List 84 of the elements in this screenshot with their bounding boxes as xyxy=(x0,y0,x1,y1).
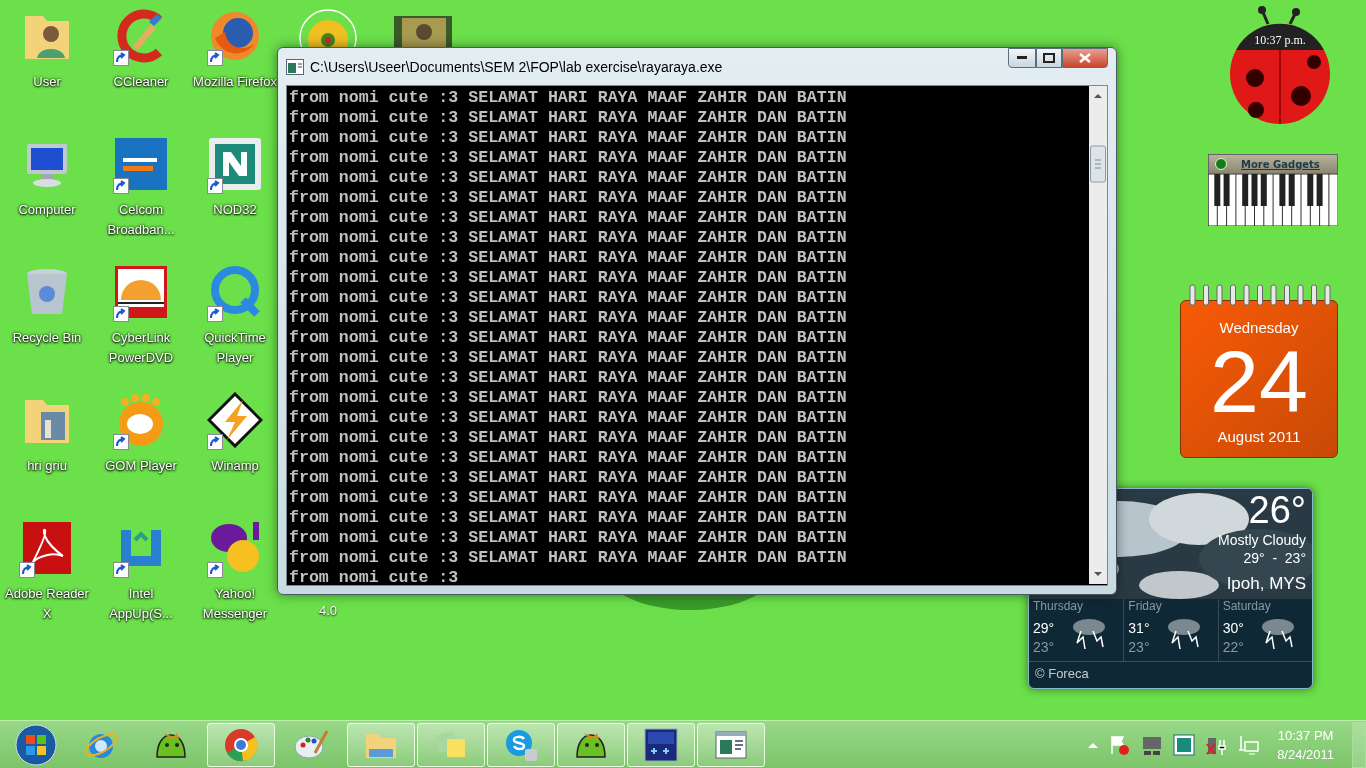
forecast-day: Saturday xyxy=(1222,599,1308,617)
icon-label[interactable]: 4.0 xyxy=(300,603,356,618)
console-line: from nomi cute :3 SELAMAT HARI RAYA MAAF ZAHIR DAN BATIN xyxy=(289,388,848,408)
taskbar-button[interactable] xyxy=(627,722,695,767)
thunderstorm-icon xyxy=(1259,617,1296,651)
icon-label[interactable]: Celcom Broadban... xyxy=(99,200,183,240)
ide-icon xyxy=(643,726,679,763)
icon-label[interactable]: User xyxy=(5,72,89,92)
console-line: from nomi cute :3 SELAMAT HARI RAYA MAAF ZAHIR DAN BATIN xyxy=(289,148,848,168)
console-line: from nomi cute :3 SELAMAT HARI RAYA MAAF ZAHIR DAN BATIN xyxy=(289,428,848,448)
console-line: from nomi cute :3 SELAMAT HARI RAYA MAAF ZAHIR DAN BATIN xyxy=(289,448,848,468)
close-button[interactable] xyxy=(1062,48,1108,68)
thunderstorm-icon xyxy=(1165,617,1202,651)
temperature-range: 29° - 23° xyxy=(1243,549,1306,567)
icon-label[interactable]: CCleaner xyxy=(99,72,183,92)
console-line: from nomi cute :3 SELAMAT HARI RAYA MAAF ZAHIR DAN BATIN xyxy=(289,88,848,108)
forecast-low: 22° xyxy=(1222,639,1244,657)
console-line: from nomi cute :3 SELAMAT HARI RAYA MAAF ZAHIR DAN BATIN xyxy=(289,188,848,208)
console-line: from nomi cute :3 SELAMAT HARI RAYA MAAF ZAHIR DAN BATIN xyxy=(289,408,848,428)
current-temperature: 26° xyxy=(1248,489,1306,531)
icon-label[interactable]: Mozilla Firefox xyxy=(193,72,277,92)
month-year: August 2011 xyxy=(1217,428,1301,445)
forecast-day: Thursday xyxy=(1033,599,1120,617)
console-line: from nomi cute :3 SELAMAT HARI RAYA MAAF ZAHIR DAN BATIN xyxy=(289,128,848,148)
scrollbar[interactable] xyxy=(1089,86,1107,584)
icon-label[interactable]: Recycle Bin xyxy=(5,328,89,348)
console-line: from nomi cute :3 SELAMAT HARI RAYA MAAF ZAHIR DAN BATIN xyxy=(289,248,848,268)
icon-label[interactable]: QuickTime Player xyxy=(193,328,277,368)
clock-time: 10:37 PM xyxy=(1277,726,1334,745)
weather-credit: © Foreca xyxy=(1034,665,1090,683)
forecast-low: 23° xyxy=(1128,639,1150,657)
console-line: from nomi cute :3 SELAMAT HARI RAYA MAAF ZAHIR DAN BATIN xyxy=(289,108,848,128)
icon-label[interactable]: NOD32 xyxy=(193,200,277,220)
forecast-day: Friday xyxy=(1128,599,1214,617)
day-number: 24 xyxy=(1210,336,1308,428)
console-line: from nomi cute :3 SELAMAT HARI RAYA MAAF ZAHIR DAN BATIN xyxy=(289,348,848,368)
forecast-high: 29° xyxy=(1033,619,1055,638)
forecast-low: 23° xyxy=(1033,639,1055,657)
icon-label[interactable]: Intel AppUp(S... xyxy=(99,584,183,624)
console-line: from nomi cute :3 SELAMAT HARI RAYA MAAF ZAHIR DAN BATIN xyxy=(289,308,848,328)
status-dot xyxy=(1215,158,1227,170)
minimize-button[interactable] xyxy=(1008,48,1036,68)
console-line: from nomi cute :3 SELAMAT HARI RAYA MAAF ZAHIR DAN BATIN xyxy=(289,168,848,188)
taskbar-button[interactable] xyxy=(557,722,625,767)
console-line: from nomi cute :3 SELAMAT HARI RAYA MAAF ZAHIR DAN BATIN xyxy=(289,328,848,348)
flag-error-icon[interactable] xyxy=(1109,733,1132,756)
icon-label[interactable]: hri griu xyxy=(5,456,89,476)
clock[interactable]: 10:37 PM 8/24/2011 xyxy=(1269,725,1342,764)
console-line: from nomi cute :3 SELAMAT HARI RAYA MAAF ZAHIR DAN BATIN xyxy=(289,468,848,488)
console-line: from nomi cute :3 SELAMAT HARI RAYA MAAF ZAHIR DAN BATIN xyxy=(289,488,848,508)
icon-label[interactable]: Winamp xyxy=(193,456,277,476)
taskbar-button[interactable] xyxy=(697,722,765,767)
console-line: from nomi cute :3 SELAMAT HARI RAYA MAAF ZAHIR DAN BATIN xyxy=(289,288,848,308)
console-window-icon xyxy=(286,58,304,75)
video-thumbnail-icon xyxy=(394,16,452,50)
console-line: from nomi cute :3 SELAMAT HARI RAYA MAAF ZAHIR DAN BATIN xyxy=(289,228,848,248)
icon-label[interactable]: Computer xyxy=(5,200,89,220)
close-icon xyxy=(1079,53,1091,63)
console-line: from nomi cute :3 SELAMAT HARI RAYA MAAF ZAHIR DAN BATIN xyxy=(289,528,848,548)
window-title: C:\Users\Useer\Documents\SEM 2\FOP\lab exercise\rayaraya.exe xyxy=(310,58,724,75)
chrome-icon xyxy=(223,726,259,763)
windows-logo-icon xyxy=(15,723,57,766)
maximize-button[interactable] xyxy=(1036,48,1062,68)
console-line: from nomi cute :3 SELAMAT HARI RAYA MAAF ZAHIR DAN BATIN xyxy=(289,508,848,528)
location: Ipoh, MYS xyxy=(1226,573,1306,595)
weather-condition: Mostly Cloudy xyxy=(1218,531,1306,549)
clock-time: 10:37 p.m. xyxy=(1253,33,1307,48)
thunderstorm-icon xyxy=(1070,617,1107,651)
icon-label[interactable]: Adobe Reader X xyxy=(5,584,89,624)
forecast-high: 31° xyxy=(1128,619,1150,638)
console-line: from nomi cute :3 SELAMAT HARI RAYA MAAF ZAHIR DAN BATIN xyxy=(289,268,848,288)
forecast-high: 30° xyxy=(1222,619,1244,638)
clock-date: 8/24/2011 xyxy=(1277,745,1334,764)
console-line: from nomi cute :3 SELAMAT HARI RAYA MAAF ZAHIR DAN BATIN xyxy=(289,368,848,388)
console-line: from nomi cute :3 SELAMAT HARI RAYA MAAF ZAHIR DAN BATIN xyxy=(289,208,848,228)
console-line: from nomi cute :3 xyxy=(289,568,460,585)
console-line: from nomi cute :3 SELAMAT HARI RAYA MAAF ZAHIR DAN BATIN xyxy=(289,548,848,568)
icon-label[interactable]: CyberLink PowerDVD xyxy=(99,328,183,368)
minimize-icon xyxy=(1017,56,1027,60)
icon-label[interactable]: Yahoo! Messenger xyxy=(193,584,277,624)
maximize-icon xyxy=(1043,53,1055,63)
icon-label[interactable]: GOM Player xyxy=(99,456,183,476)
more-gadgets-link[interactable]: More Gadgets xyxy=(1241,158,1320,170)
weekday: Wednesday xyxy=(1219,319,1299,336)
